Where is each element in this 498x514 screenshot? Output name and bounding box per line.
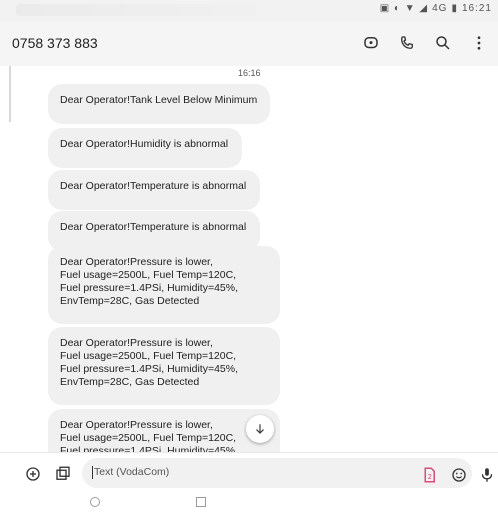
message-thread[interactable]: 16:16 Dear Operator!Tank Level Below Min… (0, 66, 498, 452)
search-icon[interactable] (432, 32, 454, 54)
chat-icon[interactable] (360, 32, 382, 54)
emoji-icon[interactable] (448, 464, 470, 486)
sim-icon[interactable]: 2 (418, 464, 440, 486)
add-icon[interactable] (22, 463, 44, 485)
status-bar: ▣ ◐ ▼ ◢ 4G ▮ 16:21 (0, 0, 498, 22)
scroll-down-button[interactable] (246, 415, 274, 443)
message-bubble[interactable]: Dear Operator!Pressure is lower, Fuel us… (48, 246, 280, 324)
svg-text:2: 2 (428, 473, 432, 481)
battery-icon: ▮ (451, 3, 458, 14)
contact-number: 0758 373 883 (12, 35, 98, 51)
text-cursor (92, 466, 93, 479)
system-navigation-bar (0, 492, 498, 514)
conversation-header: 0758 373 883 (0, 22, 498, 67)
phone-icon[interactable] (396, 32, 418, 54)
notification-shadow (16, 4, 256, 16)
home-button[interactable] (90, 497, 100, 507)
message-timestamp: 16:16 (238, 68, 261, 78)
message-composer: Text (VodaCom) 2 (0, 452, 498, 493)
message-bubble[interactable]: Dear Operator!Tank Level Below Minimum (48, 84, 270, 124)
message-bubble[interactable]: Dear Operator!Pressure is lower, Fuel us… (48, 327, 280, 405)
message-input[interactable]: Text (VodaCom) (82, 458, 472, 488)
message-bubble[interactable]: Dear Operator!Temperature is abnormal (48, 211, 260, 251)
clock: 16:21 (461, 3, 492, 14)
media-icon[interactable] (52, 463, 74, 485)
scroll-edge (9, 66, 11, 122)
message-bubble[interactable]: Dear Operator!Humidity is abnormal (48, 128, 242, 168)
signal-icons: ▣ ◐ ▼ ◢ (379, 3, 429, 14)
scroll-down-icon (256, 424, 264, 434)
recents-button[interactable] (196, 497, 206, 507)
mic-icon[interactable] (476, 464, 498, 486)
status-icons: ▣ ◐ ▼ ◢ 4G ▮ 16:21 (380, 3, 492, 14)
network-type: 4G (432, 3, 448, 14)
header-actions (360, 32, 490, 54)
message-bubble[interactable]: Dear Operator!Temperature is abnormal (48, 170, 260, 210)
more-icon[interactable] (468, 32, 490, 54)
message-input-placeholder: Text (VodaCom) (94, 466, 170, 478)
